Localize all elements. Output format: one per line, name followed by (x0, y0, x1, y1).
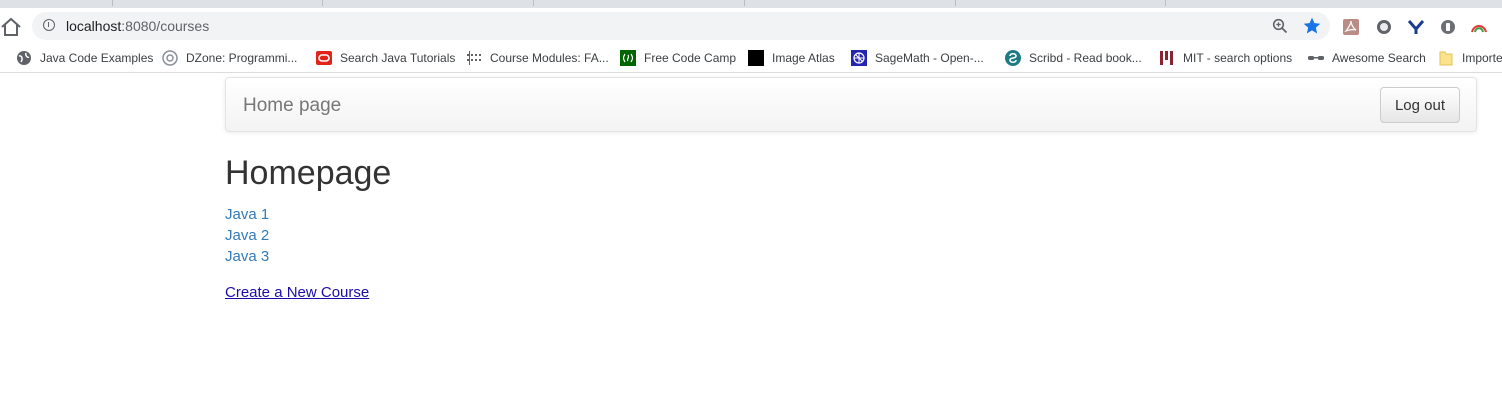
tab-divider (533, 0, 534, 6)
oracle-icon (316, 51, 332, 65)
tab-divider (112, 0, 113, 6)
bookmark-sagemath[interactable]: SageMath - Open-... (851, 49, 984, 67)
zoom-icon[interactable] (1272, 18, 1288, 34)
bookmark-dzone[interactable]: DZone: Programmi... (162, 49, 297, 67)
bookmark-label: DZone: Programmi... (186, 51, 298, 65)
course-link-java-1[interactable]: Java 1 (225, 206, 269, 223)
bookmark-label: Scribd - Read book... (1029, 51, 1142, 65)
image-atlas-icon (748, 50, 764, 66)
bookmark-star-icon[interactable] (1302, 16, 1322, 36)
bookmark-search-java-tutorials[interactable]: Search Java Tutorials (316, 49, 455, 67)
freecodecamp-icon (620, 50, 636, 66)
address-bar[interactable]: localhost:8080/courses (32, 12, 1330, 40)
bookmark-label: Java Code Examples (40, 51, 154, 65)
sagemath-icon (851, 50, 867, 66)
bookmark-label: Course Modules: FA... (490, 51, 609, 65)
bookmark-label: Importe (1462, 51, 1502, 65)
course-link-java-2[interactable]: Java 2 (225, 227, 269, 244)
pdf-extension-icon[interactable] (1342, 18, 1360, 36)
browser-toolbar: localhost:8080/courses (0, 8, 1502, 44)
tab-divider (322, 0, 323, 6)
url-text[interactable]: localhost:8080/courses (66, 18, 209, 34)
extension-y-icon[interactable] (1407, 18, 1425, 36)
bookmark-label: Free Code Camp (644, 51, 737, 65)
bookmark-label: Search Java Tutorials (340, 51, 456, 65)
glasses-icon (1308, 56, 1324, 60)
bookmark-folder-imported[interactable]: Importe (1438, 49, 1502, 67)
navbar: Home page Log out (225, 77, 1477, 132)
page-title: Homepage (225, 154, 392, 192)
bookmark-course-modules[interactable]: Course Modules: FA... (466, 49, 609, 67)
bookmark-image-atlas[interactable]: Image Atlas (748, 49, 835, 67)
url-path: :8080/courses (121, 18, 210, 34)
list-item: Java 3 (225, 246, 269, 267)
home-icon[interactable] (0, 17, 22, 37)
extension-shield-icon[interactable] (1439, 18, 1457, 36)
globe-icon (17, 51, 31, 65)
tab-strip (0, 0, 1502, 8)
bookmark-scribd[interactable]: Scribd - Read book... (1005, 49, 1142, 67)
bookmark-label: MIT - search options (1183, 51, 1293, 65)
create-course-link[interactable]: Create a New Course (225, 283, 369, 303)
bookmark-mit[interactable]: MIT - search options (1159, 49, 1292, 67)
modules-icon (467, 51, 481, 65)
tab-divider (744, 0, 745, 6)
extension-circle-icon[interactable] (1375, 18, 1393, 36)
url-host: localhost (66, 18, 122, 34)
list-item: Java 1 (225, 204, 269, 225)
course-list: Java 1 Java 2 Java 3 (225, 204, 269, 267)
info-icon[interactable] (43, 19, 55, 31)
tab-divider (955, 0, 956, 6)
bookmark-java-code-examples[interactable]: Java Code Examples (16, 49, 153, 67)
scribd-icon (1005, 50, 1021, 66)
logout-button[interactable]: Log out (1380, 87, 1460, 123)
list-item: Java 2 (225, 225, 269, 246)
bookmark-awesome-search[interactable]: Awesome Search (1308, 49, 1426, 67)
course-link-java-3[interactable]: Java 3 (225, 248, 269, 265)
dzone-icon (162, 50, 178, 66)
bookmarks-bar: Java Code Examples DZone: Programmi... S… (0, 44, 1502, 73)
bookmark-label: Awesome Search (1332, 51, 1426, 65)
navbar-brand[interactable]: Home page (243, 95, 341, 117)
tab-bar[interactable] (0, 0, 1375, 8)
bookmark-label: Image Atlas (772, 51, 835, 65)
extension-rainbow-icon[interactable] (1470, 18, 1488, 36)
bookmark-label: SageMath - Open-... (875, 51, 984, 65)
bookmark-free-code-camp[interactable]: Free Code Camp (620, 49, 736, 67)
folder-icon (1439, 51, 1453, 66)
mit-icon (1160, 51, 1173, 65)
tab-divider (1165, 0, 1166, 6)
